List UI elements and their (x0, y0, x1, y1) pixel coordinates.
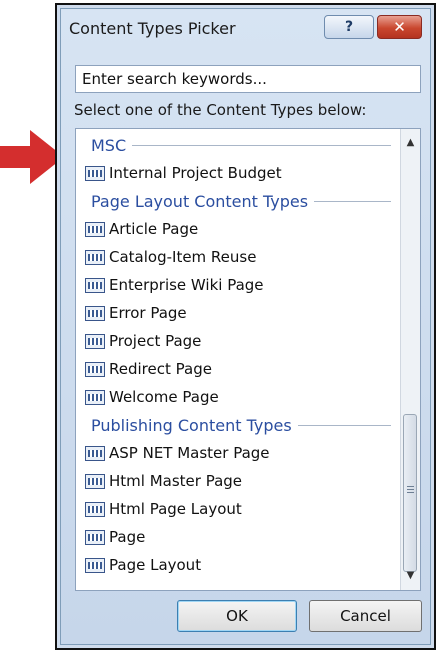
content-type-icon (85, 305, 105, 321)
title-bar: Content Types Picker ? ✕ (61, 9, 430, 53)
content-type-label: Html Master Page (109, 472, 243, 490)
vertical-scrollbar[interactable]: ▲ ▼ (400, 129, 420, 590)
content-type-label: Welcome Page (109, 388, 219, 406)
content-type-item[interactable]: Page Layout (85, 552, 385, 578)
content-type-icon (85, 221, 105, 237)
group-header: Publishing Content Types (91, 412, 391, 438)
content-type-label: Internal Project Budget (109, 164, 282, 182)
group-header-label: Page Layout Content Types (91, 191, 309, 211)
group-header: Page Layout Content Types (91, 188, 391, 214)
content-type-icon (85, 249, 105, 265)
content-type-icon (85, 333, 105, 349)
group-header-label: Publishing Content Types (91, 415, 292, 435)
close-button[interactable]: ✕ (377, 15, 422, 39)
content-type-item[interactable]: Article Page (85, 216, 385, 242)
content-type-item[interactable]: Page (85, 524, 385, 550)
content-type-item[interactable]: Error Page (85, 300, 385, 326)
ok-button[interactable]: OK (177, 600, 297, 632)
scrollbar-thumb[interactable] (403, 414, 417, 572)
scroll-down-arrow-icon[interactable]: ▼ (401, 566, 420, 586)
content-type-item[interactable]: Html Master Page (85, 468, 385, 494)
content-type-item[interactable]: Redirect Page (85, 356, 385, 382)
content-type-icon (85, 361, 105, 377)
scrollbar-grip-icon (407, 486, 414, 494)
content-type-label: Error Page (109, 304, 187, 322)
content-type-icon (85, 529, 105, 545)
group-divider-line (132, 144, 391, 146)
group-header-label: MSC (91, 135, 127, 155)
cancel-button[interactable]: Cancel (309, 600, 422, 632)
content-type-icon (85, 501, 105, 517)
content-type-label: Html Page Layout (109, 500, 242, 518)
content-types-list[interactable]: MSC Internal Project Budget Page Layout Co… (75, 128, 421, 591)
content-type-item[interactable]: Project Page (85, 328, 385, 354)
group-header: MSC (91, 132, 391, 158)
content-type-label: Page Layout (109, 556, 202, 574)
scroll-up-arrow-icon[interactable]: ▲ (401, 133, 420, 153)
content-type-label: Page (109, 528, 146, 546)
content-type-icon (85, 165, 105, 181)
content-type-label: Catalog-Item Reuse (109, 248, 257, 266)
screenshot-frame: Content Types Picker ? ✕ Select one of t… (55, 3, 436, 650)
content-types-picker-dialog: Content Types Picker ? ✕ Select one of t… (60, 8, 431, 645)
search-input[interactable] (75, 65, 421, 93)
content-type-icon (85, 277, 105, 293)
content-type-item[interactable]: Enterprise Wiki Page (85, 272, 385, 298)
content-type-icon (85, 445, 105, 461)
content-type-icon (85, 473, 105, 489)
content-type-label: Article Page (109, 220, 199, 238)
content-type-label: ASP NET Master Page (109, 444, 270, 462)
content-type-icon (85, 389, 105, 405)
content-type-item[interactable]: ASP NET Master Page (85, 440, 385, 466)
content-type-item[interactable]: Internal Project Budget (85, 160, 385, 186)
help-button[interactable]: ? (324, 15, 374, 39)
group-divider-line (314, 200, 391, 202)
content-type-icon (85, 557, 105, 573)
group-divider-line (297, 424, 391, 426)
content-type-item[interactable]: Catalog-Item Reuse (85, 244, 385, 270)
content-type-label: Redirect Page (109, 360, 212, 378)
content-type-label: Enterprise Wiki Page (109, 276, 264, 294)
dialog-title: Content Types Picker (69, 19, 236, 38)
instruction-label: Select one of the Content Types below: (74, 101, 367, 119)
content-type-label: Project Page (109, 332, 202, 350)
content-type-item[interactable]: Welcome Page (85, 384, 385, 410)
content-type-item[interactable]: Html Page Layout (85, 496, 385, 522)
